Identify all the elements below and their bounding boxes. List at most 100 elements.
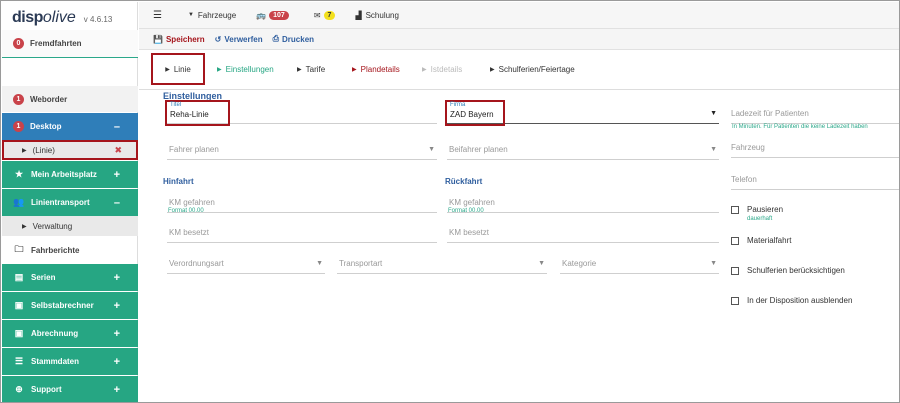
expand-icon[interactable]: + <box>114 169 120 181</box>
tab-tarife[interactable]: ▶ Tarife <box>297 55 325 83</box>
sidebar-item-verwaltung[interactable]: ▶ Verwaltung <box>2 216 138 236</box>
sidebar-item-selbstabrechner[interactable]: ▣ Selbstabrechner + <box>2 292 138 319</box>
schulung-link[interactable]: ▟ Schulung <box>355 11 399 20</box>
sidebar-item-stammdaten[interactable]: ☰ Stammdaten + <box>2 348 138 375</box>
expand-icon[interactable]: + <box>114 272 120 284</box>
settings-form: Einstellungen Titel Reha-Linie Firma ZAD… <box>153 90 899 402</box>
chart-icon: ▟ <box>355 10 362 20</box>
ladezeit-placeholder: Ladezeit für Patienten <box>731 109 809 118</box>
sidebar-item-weborder[interactable]: 1 Weborder <box>2 86 138 112</box>
print-button[interactable]: ⎙ Drucken <box>273 34 314 44</box>
schulferien-option[interactable]: Schulferien berücksichtigen <box>731 266 845 275</box>
rueck-km-gefahren-input[interactable]: KM gefahren <box>447 191 719 213</box>
sidebar-item-mein-arbeitsplatz[interactable]: ★ Mein Arbeitsplatz + <box>2 161 138 188</box>
format-hint: Format 00.00 <box>448 208 484 214</box>
fahrzeuge-menu[interactable]: ▼ Fahrzeuge <box>188 11 236 20</box>
logo[interactable]: disp olive v 4.6.13 <box>2 2 137 30</box>
format-hint: Format 00.00 <box>168 208 204 214</box>
sidebar-item-label: Fahrberichte <box>31 245 80 255</box>
km-besetzt-placeholder: KM besetzt <box>169 228 210 237</box>
lifebuoy-icon: ⊕ <box>15 384 23 394</box>
sidebar-item-label: Selbstabrechner <box>31 301 94 310</box>
disposition-label: In der Disposition ausblenden <box>747 296 853 305</box>
caret-down-icon: ▼ <box>187 12 194 18</box>
sidebar-item-label: Linientransport <box>31 198 90 207</box>
sidebar-item-serien[interactable]: ▤ Serien + <box>2 264 138 291</box>
collapse-icon[interactable]: – <box>114 121 120 133</box>
firma-value: ZAD Bayern <box>450 110 494 119</box>
close-icon[interactable]: ✖ <box>114 145 122 156</box>
bus-notifications[interactable]: 🚌 107 <box>256 10 289 20</box>
materialfahrt-checkbox[interactable] <box>731 236 739 245</box>
hin-km-gefahren-input[interactable]: KM gefahren <box>167 191 437 213</box>
mail-notifications[interactable]: ✉ 7 <box>314 10 336 20</box>
collapse-icon[interactable]: – <box>114 197 120 209</box>
verordnungsart-select[interactable]: Verordnungsart ▼ <box>167 252 325 274</box>
transportart-placeholder: Transportart <box>339 259 383 268</box>
titel-label: Titel <box>170 102 182 108</box>
tab-label: Einstellungen <box>225 64 274 74</box>
printer-icon: ⎙ <box>272 34 280 43</box>
tab-schulferien[interactable]: ▶ Schulferien/Feiertage <box>490 55 575 83</box>
expand-icon[interactable]: + <box>114 384 120 396</box>
tab-plandetails[interactable]: ▶ Plandetails <box>352 55 400 83</box>
tab-linie[interactable]: ▶ Linie <box>151 53 205 85</box>
km-besetzt-placeholder: KM besetzt <box>449 228 490 237</box>
expand-icon[interactable]: + <box>114 328 120 340</box>
fremdfahrten-badge: 0 <box>13 38 24 49</box>
expand-icon[interactable]: + <box>114 356 120 368</box>
chevron-down-icon: ▼ <box>710 146 717 153</box>
sidebar-item-abrechnung[interactable]: ▣ Abrechnung + <box>2 320 138 347</box>
titel-field[interactable]: Titel Reha-Linie <box>165 100 437 126</box>
expand-icon[interactable]: + <box>114 300 120 312</box>
disposition-option[interactable]: In der Disposition ausblenden <box>731 296 852 305</box>
rueck-km-besetzt-input[interactable]: KM besetzt <box>447 221 719 243</box>
hin-km-besetzt-input[interactable]: KM besetzt <box>167 221 437 243</box>
schulferien-label: Schulferien berücksichtigen <box>747 266 845 275</box>
transportart-select[interactable]: Transportart ▼ <box>337 252 547 274</box>
floppy-icon: 💾 <box>153 34 163 44</box>
chevron-down-icon: ▼ <box>710 110 717 117</box>
tab-einstellungen[interactable]: ▶ Einstellungen <box>217 55 274 83</box>
firma-select[interactable]: Firma ZAD Bayern ▼ <box>445 100 719 126</box>
tab-bar: ▶ Linie ▶ Einstellungen ▶ Tarife ▶ Pland… <box>139 50 899 90</box>
save-button[interactable]: 💾 Speichern <box>153 35 205 44</box>
materialfahrt-option[interactable]: Materialfahrt <box>731 236 791 245</box>
weborder-badge: 1 <box>13 93 24 105</box>
km-gefahren-placeholder: KM gefahren <box>169 198 215 207</box>
fahrer-select[interactable]: Fahrer planen ▼ <box>167 138 437 160</box>
sidebar-item-linientransport[interactable]: 👥 Linientransport – <box>2 189 138 216</box>
sidebar-item-desktop[interactable]: 1 Desktop – <box>2 113 138 140</box>
action-bar: 💾 Speichern ↺ Verwerfen ⎙ Drucken <box>139 29 899 50</box>
rueckfahrt-title: Rückfahrt <box>445 177 483 186</box>
sidebar-item-fremdfahrten[interactable]: 0 Fremdfahrten <box>2 30 138 57</box>
sidebar-item-label: Abrechnung <box>31 329 79 338</box>
ladezeit-input[interactable]: Ladezeit für Patienten <box>731 102 899 124</box>
disposition-checkbox[interactable] <box>731 296 739 305</box>
telefon-placeholder: Telefon <box>731 175 757 184</box>
sidebar-item-fahrberichte[interactable]: 🗀 Fahrberichte <box>2 237 138 263</box>
pausieren-option[interactable]: Pausieren <box>731 205 783 214</box>
caret-right-icon: ▶ <box>352 66 357 73</box>
tab-label: Tarife <box>305 64 326 74</box>
telefon-input[interactable]: Telefon <box>731 168 899 190</box>
menu-icon[interactable]: ☰ <box>153 10 162 21</box>
tab-label: Linie <box>173 64 191 74</box>
kategorie-select[interactable]: Kategorie ▼ <box>560 252 719 274</box>
sidebar-item-linie-tab[interactable]: ▶ (Linie) ✖ <box>2 140 138 160</box>
beifahrer-select[interactable]: Beifahrer planen ▼ <box>447 138 719 160</box>
verordnungsart-placeholder: Verordnungsart <box>169 259 224 268</box>
bus-icon: 🚌 <box>256 10 267 20</box>
logo-live: olive <box>42 9 76 26</box>
sidebar-item-label: Mein Arbeitsplatz <box>31 170 97 179</box>
section-title: Einstellungen <box>163 91 223 101</box>
discard-button[interactable]: ↺ Verwerfen <box>215 35 263 44</box>
schulferien-checkbox[interactable] <box>731 266 739 275</box>
caret-right-icon: ▶ <box>217 66 222 73</box>
top-bar: ☰ ▼ Fahrzeuge 🚌 107 ✉ 7 ▟ Schulung <box>139 2 899 29</box>
pausieren-checkbox[interactable] <box>731 205 739 214</box>
money-icon: ▣ <box>14 328 24 338</box>
sidebar-item-support[interactable]: ⊕ Support + <box>2 376 138 402</box>
fahrzeug-input[interactable]: Fahrzeug <box>731 136 899 158</box>
fahrzeuge-label: Fahrzeuge <box>197 10 237 20</box>
